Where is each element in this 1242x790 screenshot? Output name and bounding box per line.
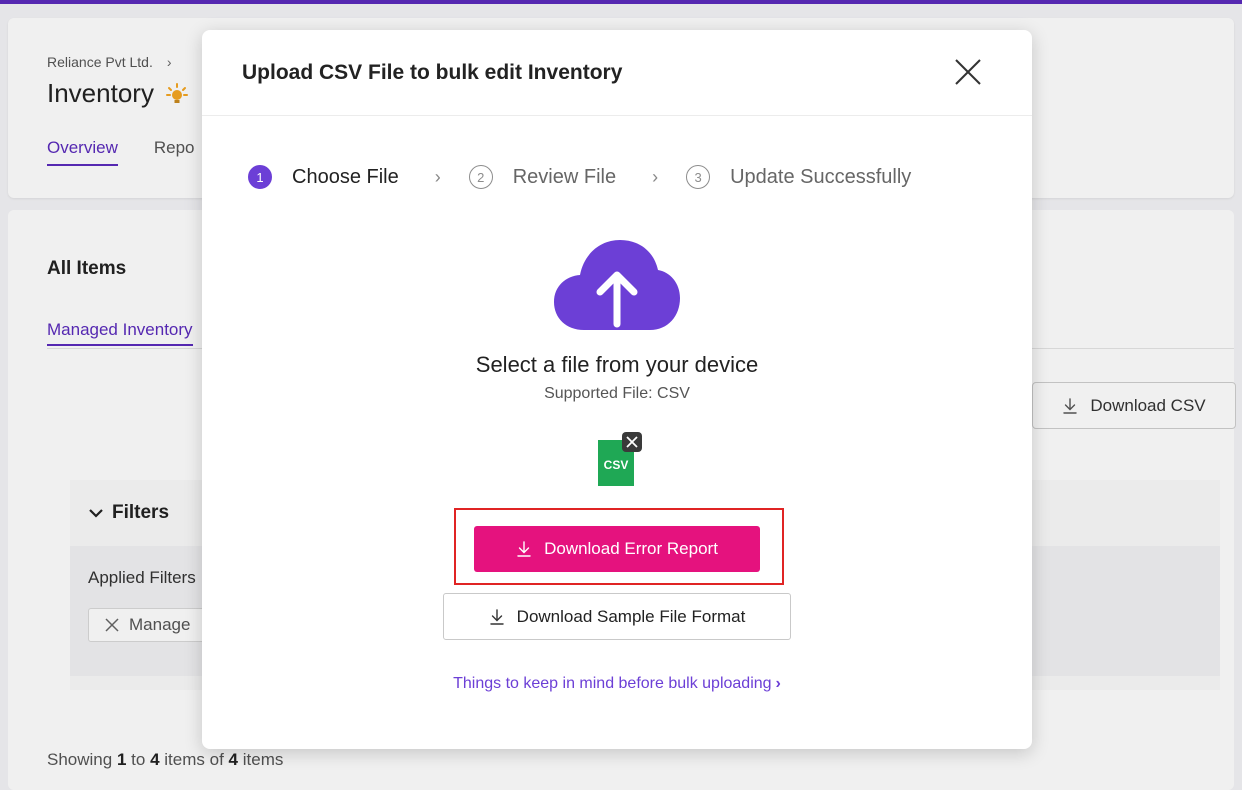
cloud-upload-icon[interactable]	[554, 238, 680, 330]
csv-file-icon: CSV	[598, 432, 642, 486]
upload-csv-modal: Upload CSV File to bulk edit Inventory 1…	[202, 30, 1032, 749]
error-button-label: Download Error Report	[544, 539, 718, 558]
keep-in-mind-link[interactable]: Things to keep in mind before bulk uploa…	[202, 675, 1032, 693]
modal-title: Upload CSV File to bulk edit Inventory	[242, 61, 623, 84]
step-number: 1	[248, 165, 272, 189]
chevron-right-icon: ›	[775, 675, 781, 692]
step-number: 2	[468, 165, 493, 189]
step-number: 3	[686, 165, 711, 189]
step-choose-file: 1 Choose File	[248, 165, 399, 189]
step-label: Update Successfully	[730, 165, 912, 188]
step-label: Choose File	[292, 165, 399, 188]
supported-file-text: Supported File: CSV	[544, 385, 690, 402]
step-label: Review File	[512, 165, 617, 188]
download-icon	[489, 608, 504, 625]
step-update-successfully: 3 Update Successfully	[686, 165, 911, 189]
download-error-report-button[interactable]: Download Error Report	[474, 526, 760, 572]
select-file-text: Select a file from your device	[475, 352, 759, 377]
download-icon	[517, 541, 531, 557]
download-sample-button[interactable]: Download Sample File Format	[443, 593, 791, 640]
step-review-file: 2 Review File	[468, 165, 617, 189]
modal-header: Upload CSV File to bulk edit Inventory	[202, 30, 1032, 116]
chevron-right-icon: ›	[652, 166, 659, 187]
stepper: 1 Choose File › 2 Review File › 3 Update…	[248, 165, 911, 189]
remove-file-icon[interactable]	[622, 432, 642, 452]
sample-button-label: Download Sample File Format	[516, 606, 746, 626]
close-icon[interactable]	[954, 58, 982, 86]
keep-in-mind-text: Things to keep in mind before bulk uploa…	[453, 675, 772, 692]
csv-file-badge: CSV	[604, 458, 629, 472]
chevron-right-icon: ›	[434, 166, 441, 187]
